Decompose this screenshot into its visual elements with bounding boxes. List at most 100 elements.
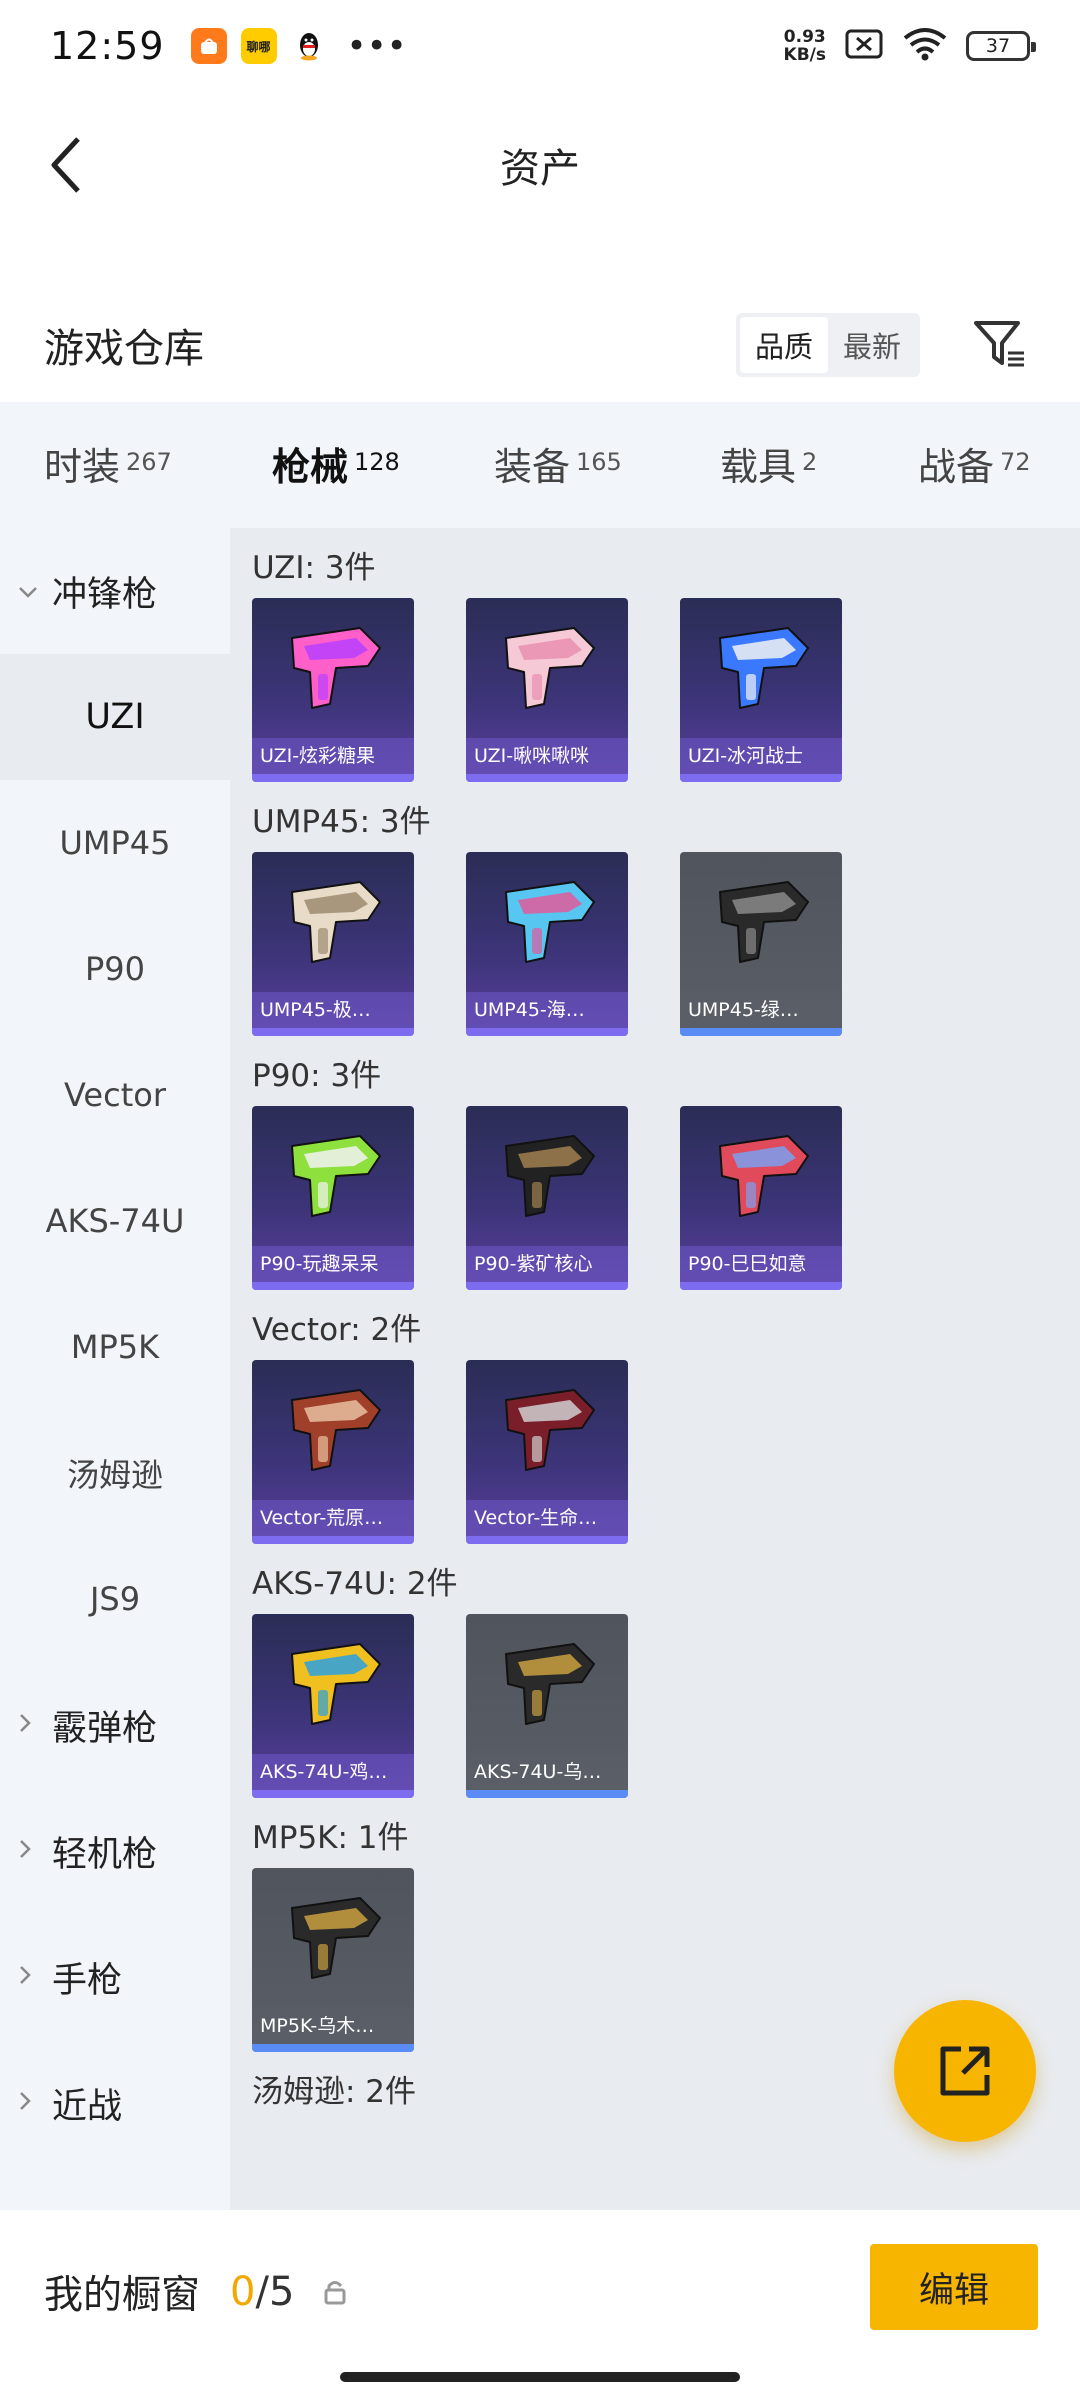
tab-vehicles[interactable]: 载具 2 (720, 436, 817, 491)
sidebar-group-label: 冲锋枪 (52, 574, 158, 615)
no-sim-icon (844, 28, 884, 64)
qq-penguin-icon (290, 28, 327, 64)
chevron-right-icon (18, 1710, 38, 1740)
weapon-skin-card[interactable]: UMP45-海… (466, 852, 628, 1036)
weapon-skin-name: UMP45-绿… (680, 992, 842, 1028)
battery-indicator: 37 (966, 31, 1036, 61)
skin-grid: Vector-荒原… Vector-生命… (252, 1360, 1080, 1544)
sidebar-group-shotgun[interactable]: 霰弹枪 (0, 1662, 230, 1788)
sidebar-group-label: 霰弹枪 (52, 1708, 158, 1749)
tab-supplies[interactable]: 战备 72 (918, 436, 1031, 491)
network-speed-value: 0.93 (783, 27, 826, 47)
wifi-icon (902, 26, 948, 66)
section-title: Vector: 2件 (252, 1312, 422, 1348)
showcase-count: 0 (230, 2269, 256, 2315)
edit-button[interactable]: 编辑 (870, 2244, 1038, 2330)
warehouse-title: 游戏仓库 (44, 326, 204, 372)
tab-firearms[interactable]: 枪械 128 (272, 436, 400, 540)
sidebar-item-mp5k[interactable]: MP5K (0, 1284, 230, 1410)
weapon-skin-list: UZI: 3件 UZI-炫彩糖果 UZI-啾咪啾咪 UZI-冰河战士 UMP45: 3件… (230, 528, 1080, 2210)
share-external-icon (940, 2046, 990, 2096)
sidebar-item-p90[interactable]: P90 (0, 906, 230, 1032)
weapon-skin-name: Vector-生命… (466, 1500, 628, 1536)
skin-grid: AKS-74U-鸡… AKS-74U-乌… (252, 1614, 1080, 1798)
my-showcase: 我的橱窗 0 / 5 (44, 2264, 350, 2320)
sidebar-item-uzi[interactable]: UZI (0, 654, 230, 780)
sidebar-group-label: 近战 (52, 2086, 123, 2127)
tab-equipment[interactable]: 装备 165 (494, 436, 622, 491)
tab-count: 72 (1000, 448, 1031, 476)
status-bar: 12:59 聊哪 ••• 0.93 KB/s 37 (0, 0, 1080, 92)
weapon-skin-image (505, 881, 595, 963)
share-fab-button[interactable] (894, 2000, 1036, 2142)
sort-option-newest[interactable]: 最新 (828, 317, 916, 373)
weapon-skin-name: UZI-啾咪啾咪 (466, 738, 628, 774)
weapon-skin-card[interactable]: UZI-冰河战士 (680, 598, 842, 782)
status-time: 12:59 (50, 24, 165, 68)
weapon-skin-card[interactable]: AKS-74U-乌… (466, 1614, 628, 1798)
tab-count: 267 (126, 448, 172, 476)
filter-icon (974, 321, 1024, 367)
sidebar-item-thompson[interactable]: 汤姆逊 (0, 1410, 230, 1536)
sidebar-group-melee[interactable]: 近战 (0, 2040, 230, 2166)
meituan-icon: 聊哪 (240, 28, 277, 64)
showcase-max: 5 (268, 2269, 295, 2315)
sidebar-group-pistol[interactable]: 手枪 (0, 1914, 230, 2040)
section-title: MP5K: 1件 (252, 1820, 409, 1856)
back-button[interactable] (36, 130, 96, 200)
more-notifications-icon: ••• (346, 26, 407, 66)
weapon-skin-image (291, 1389, 381, 1471)
weapon-skin-card[interactable]: P90-玩趣呆呆 (252, 1106, 414, 1290)
sidebar-item-aks74u[interactable]: AKS-74U (0, 1158, 230, 1284)
weapon-skin-name: AKS-74U-鸡… (252, 1754, 414, 1790)
weapon-skin-card[interactable]: MP5K-乌木… (252, 1868, 414, 2052)
weapon-skin-name: P90-紫矿核心 (466, 1246, 628, 1282)
sidebar-group-smg[interactable]: 冲锋枪 (0, 528, 230, 654)
quality-bar (466, 1790, 628, 1798)
page-header: 资产 (0, 100, 1080, 230)
sidebar-item-vector[interactable]: Vector (0, 1032, 230, 1158)
quality-bar (252, 1282, 414, 1290)
weapon-skin-image (505, 1643, 595, 1725)
sidebar-group-lmg[interactable]: 轻机枪 (0, 1788, 230, 1914)
quality-bar (466, 1536, 628, 1544)
sidebar-group-label: 轻机枪 (52, 1834, 158, 1875)
status-right: 0.93 KB/s 37 (784, 26, 1036, 66)
weapon-skin-name: UMP45-海… (466, 992, 628, 1028)
lock-icon (324, 2281, 346, 2305)
weapon-skin-image (719, 627, 809, 709)
sidebar-item-js9[interactable]: JS9 (0, 1536, 230, 1662)
weapon-skin-image (505, 627, 595, 709)
quality-bar (466, 774, 628, 782)
weapon-skin-name: UZI-炫彩糖果 (252, 738, 414, 774)
quality-bar (680, 1028, 842, 1036)
weapon-skin-card[interactable]: UZI-炫彩糖果 (252, 598, 414, 782)
home-indicator[interactable] (340, 2372, 740, 2382)
filter-button[interactable] (970, 315, 1030, 375)
weapon-skin-name: P90-巳巳如意 (680, 1246, 842, 1282)
sort-option-quality[interactable]: 品质 (740, 317, 828, 373)
skin-grid: UMP45-极… UMP45-海… UMP45-绿… (252, 852, 1080, 1036)
weapon-skin-card[interactable]: UMP45-绿… (680, 852, 842, 1036)
tab-outfits[interactable]: 时装 267 (44, 436, 172, 491)
weapon-skin-card[interactable]: P90-巳巳如意 (680, 1106, 842, 1290)
section-title: P90: 3件 (252, 1058, 382, 1094)
sidebar-item-ump45[interactable]: UMP45 (0, 780, 230, 906)
section-title: AKS-74U: 2件 (252, 1566, 458, 1602)
weapon-skin-name: AKS-74U-乌… (466, 1754, 628, 1790)
weapon-skin-card[interactable]: Vector-荒原… (252, 1360, 414, 1544)
section-title: UZI: 3件 (252, 550, 376, 586)
weapon-skin-card[interactable]: UMP45-极… (252, 852, 414, 1036)
chevron-right-icon (18, 1836, 38, 1866)
bottom-bar: 我的橱窗 0 / 5 编辑 (0, 2210, 1080, 2400)
quality-bar (252, 1028, 414, 1036)
weapon-skin-card[interactable]: UZI-啾咪啾咪 (466, 598, 628, 782)
weapon-skin-image (291, 627, 381, 709)
weapon-skin-name: UMP45-极… (252, 992, 414, 1028)
chevron-right-icon (18, 2088, 38, 2118)
weapon-skin-card[interactable]: Vector-生命… (466, 1360, 628, 1544)
weapon-skin-card[interactable]: AKS-74U-鸡… (252, 1614, 414, 1798)
weapon-skin-name: Vector-荒原… (252, 1500, 414, 1536)
weapon-skin-card[interactable]: P90-紫矿核心 (466, 1106, 628, 1290)
network-speed: 0.93 KB/s (784, 28, 826, 64)
